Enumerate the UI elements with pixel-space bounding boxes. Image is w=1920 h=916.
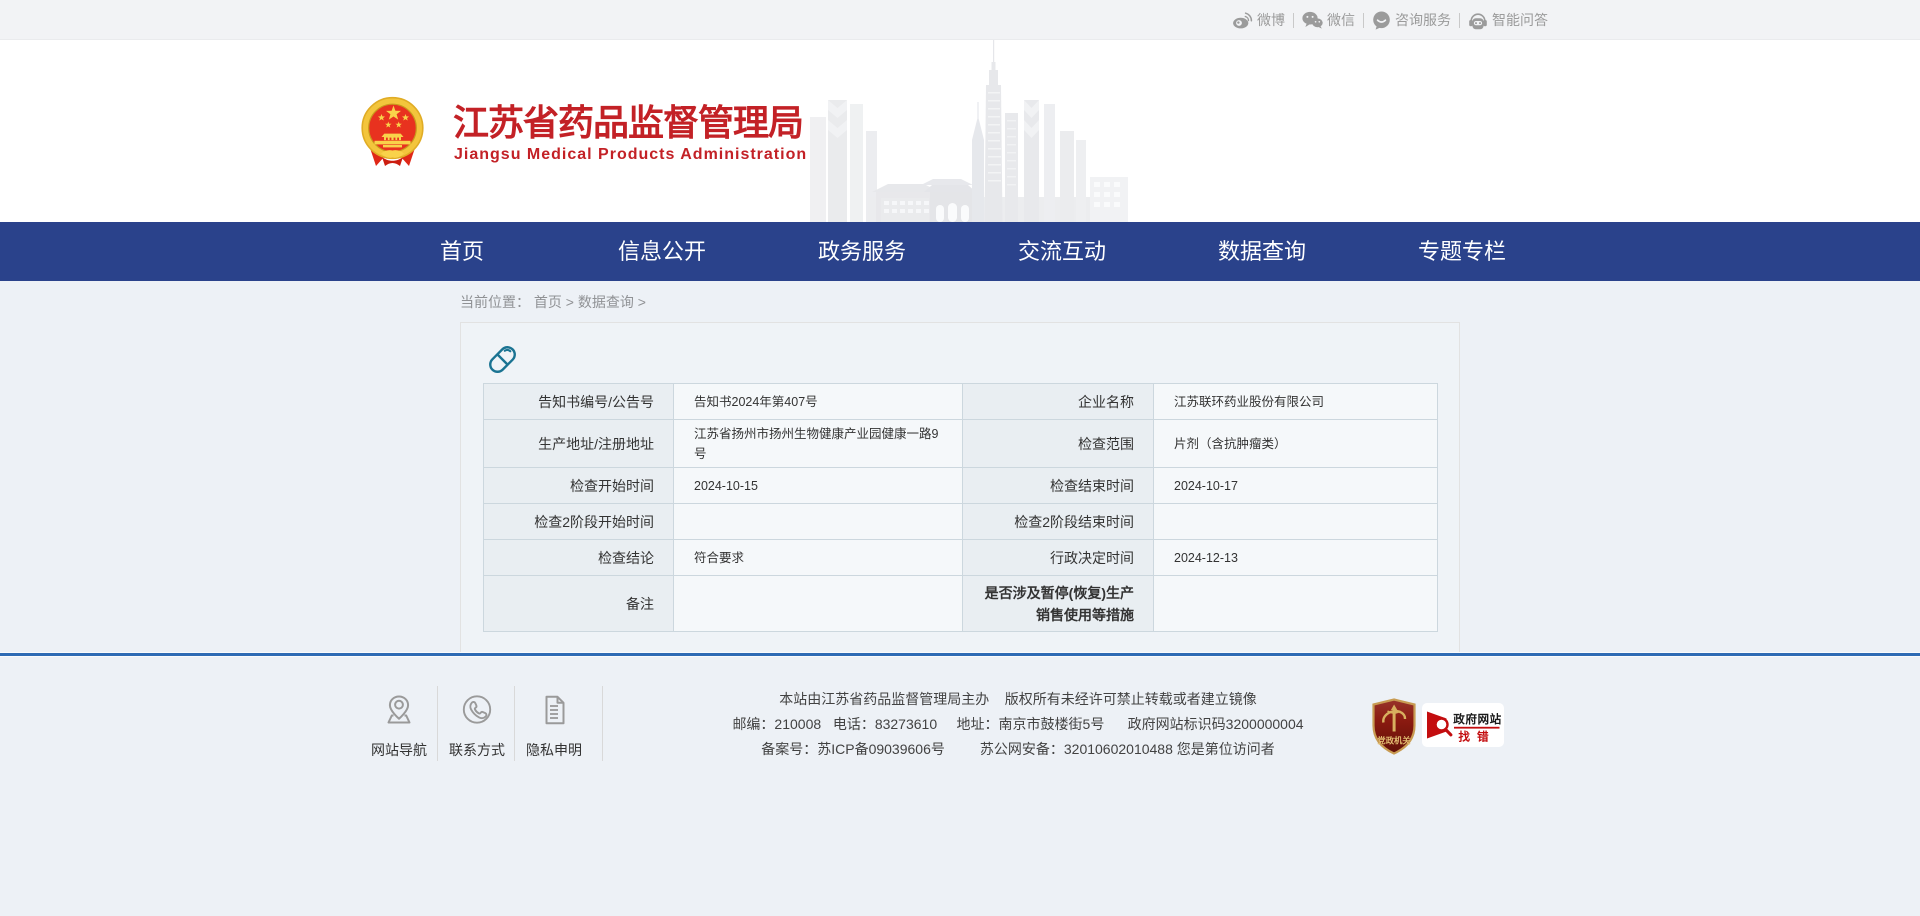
svg-text:政府网站: 政府网站: [1453, 712, 1501, 726]
svg-text:党政机关: 党政机关: [1377, 736, 1411, 746]
svg-text:找错: 找错: [1458, 730, 1495, 744]
